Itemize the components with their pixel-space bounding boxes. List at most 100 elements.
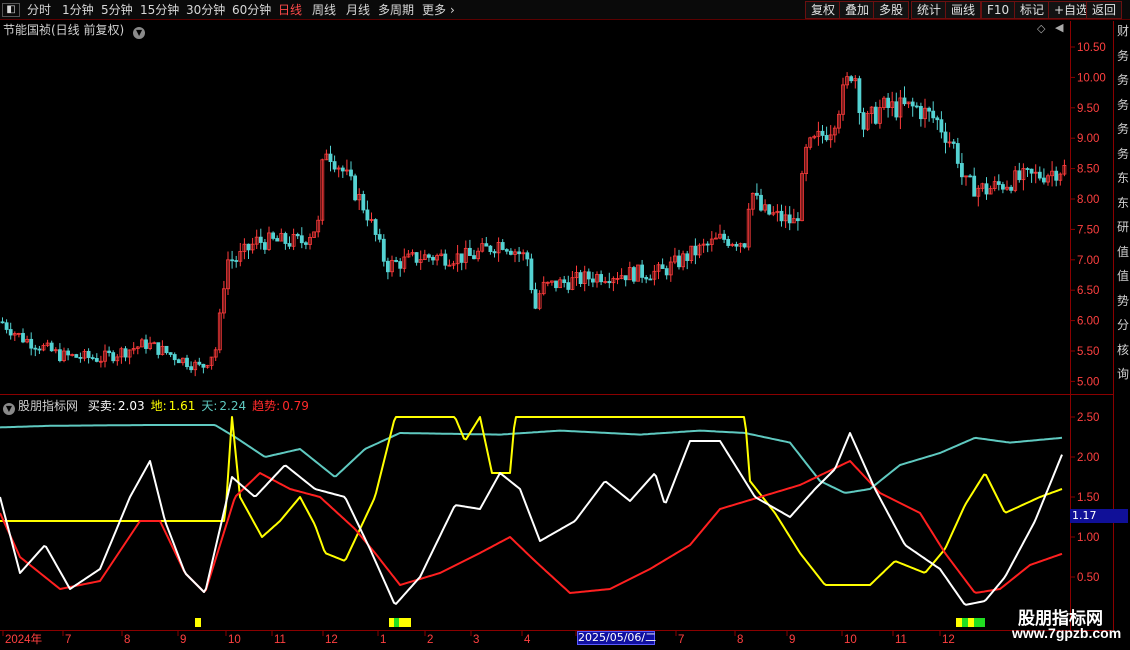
candle: [841, 77, 845, 121]
candle: [344, 159, 349, 176]
candle: [267, 226, 271, 251]
side-tab-glyph[interactable]: 务: [1117, 120, 1129, 137]
side-tab-glyph[interactable]: 询: [1117, 365, 1129, 382]
candle: [582, 265, 587, 292]
candle: [619, 268, 624, 280]
price-tick-label: 8.50: [1077, 164, 1099, 176]
candle: [94, 353, 99, 363]
candle: [898, 90, 903, 130]
candle: [320, 158, 325, 225]
price-tick-label: 10.00: [1077, 72, 1106, 84]
price-tick-label: 6.00: [1077, 316, 1099, 328]
cursor-date-badge: 2025/05/06/二: [577, 631, 657, 645]
candle: [562, 275, 567, 288]
candle: [972, 167, 977, 197]
candle: [328, 145, 333, 172]
candle: [365, 200, 370, 227]
side-tab-glyph[interactable]: 分: [1117, 316, 1129, 333]
candle: [295, 232, 300, 240]
candle: [29, 332, 34, 356]
candle: [455, 244, 460, 272]
side-tab-glyph[interactable]: 值: [1117, 267, 1129, 284]
price-tick-label: 7.00: [1077, 255, 1099, 267]
candle: [714, 232, 718, 240]
candle: [127, 349, 132, 365]
candle: [377, 228, 382, 243]
candle: [718, 224, 722, 240]
time-tick-label: 12: [942, 634, 955, 646]
candle: [41, 343, 46, 352]
candle: [1054, 166, 1059, 187]
candle: [312, 231, 317, 239]
candle: [62, 347, 66, 363]
side-tab-glyph[interactable]: 务: [1117, 145, 1129, 162]
candle: [652, 264, 657, 286]
candle: [66, 348, 70, 361]
candle: [689, 245, 694, 264]
candle: [353, 173, 358, 202]
indicator-lines: [0, 416, 1063, 606]
signal-marker: [399, 618, 405, 627]
candle: [90, 354, 95, 361]
candle: [1050, 161, 1054, 187]
signal-marker: [968, 618, 974, 627]
side-tab-glyph[interactable]: 东: [1117, 169, 1129, 186]
candle: [656, 262, 661, 280]
candle: [824, 126, 829, 142]
candle: [394, 256, 399, 263]
candle: [53, 347, 58, 354]
candle: [980, 182, 985, 192]
candle: [316, 215, 321, 238]
candle: [955, 137, 960, 169]
candle: [25, 335, 30, 344]
candle: [939, 111, 944, 139]
side-tab-glyph[interactable]: 务: [1117, 71, 1129, 88]
candle: [722, 229, 726, 244]
signal-markers: [195, 618, 985, 627]
candle: [488, 244, 493, 255]
indicator-tick-label: 0.50: [1077, 572, 1099, 584]
candle: [878, 99, 882, 129]
candle: [209, 356, 214, 370]
candle: [513, 248, 517, 263]
time-tick-label: 8: [124, 634, 130, 646]
side-tab-glyph[interactable]: 值: [1117, 243, 1129, 260]
candle: [131, 342, 136, 355]
candle: [275, 235, 280, 242]
candle: [480, 238, 485, 253]
candle: [271, 231, 276, 241]
candle: [697, 243, 702, 259]
time-tick-label: 10: [228, 634, 241, 646]
side-tab-glyph[interactable]: 核: [1117, 341, 1129, 358]
candle: [500, 239, 505, 251]
candle: [820, 124, 825, 144]
candle: [139, 337, 144, 348]
candle: [398, 258, 403, 277]
candle: [988, 185, 993, 195]
candle: [1037, 166, 1042, 181]
candle: [681, 250, 685, 271]
candle: [1017, 162, 1022, 183]
candle: [467, 239, 472, 256]
side-tab-glyph[interactable]: 东: [1117, 194, 1129, 211]
side-tab-glyph[interactable]: 务: [1117, 96, 1129, 113]
candle: [385, 257, 390, 280]
candle: [197, 357, 202, 367]
candle: [1042, 168, 1046, 185]
candle: [812, 134, 817, 140]
candle: [70, 353, 75, 357]
candle: [960, 153, 964, 185]
indicator-tick-label: 2.50: [1077, 412, 1099, 424]
candle: [623, 275, 628, 287]
candle: [1025, 167, 1030, 177]
side-tab-glyph[interactable]: 研: [1117, 218, 1129, 235]
side-tab-glyph[interactable]: 势: [1117, 292, 1129, 309]
candle: [607, 272, 612, 289]
candle: [570, 270, 575, 291]
candle: [439, 249, 444, 257]
time-tick-label: 8: [737, 634, 743, 646]
candle: [447, 259, 452, 267]
side-tab-glyph[interactable]: 财: [1117, 22, 1129, 39]
candle: [935, 115, 940, 130]
side-tab-glyph[interactable]: 务: [1117, 47, 1129, 64]
